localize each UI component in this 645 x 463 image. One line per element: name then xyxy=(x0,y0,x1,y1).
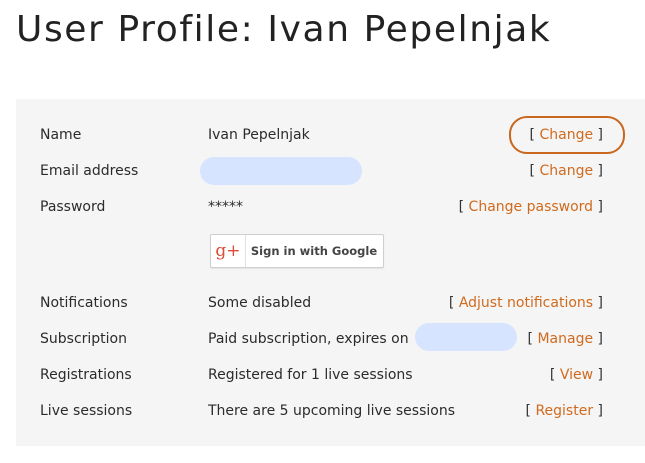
highlight-ring xyxy=(509,116,625,154)
google-signin-label: Sign in with Google xyxy=(250,244,378,258)
registrations-value: Registered for 1 live sessions xyxy=(208,367,413,383)
registrations-action: [ View ] xyxy=(549,367,603,383)
profile-row-live-sessions: Live sessions There are 5 upcoming live … xyxy=(16,399,645,423)
manage-subscription-link[interactable]: Manage xyxy=(537,331,593,347)
email-action: [ Change ] xyxy=(529,163,603,179)
expiry-date-redacted xyxy=(415,323,518,351)
google-signin-button[interactable]: g+ Sign in with Google xyxy=(210,234,384,268)
notifications-label: Notifications xyxy=(40,295,128,311)
subscription-text: Paid subscription, expires on xyxy=(208,331,409,347)
subscription-label: Subscription xyxy=(40,331,127,347)
password-label: Password xyxy=(40,199,106,215)
notifications-value: Some disabled xyxy=(208,295,312,311)
subscription-value: Paid subscription, expires on xyxy=(208,323,518,351)
live-sessions-action: [ Register ] xyxy=(525,403,603,419)
profile-row-email: Email address [ Change ] xyxy=(16,157,645,185)
profile-row-subscription: Subscription Paid subscription, expires … xyxy=(16,323,645,351)
password-value: ***** xyxy=(208,199,243,215)
adjust-notifications-link[interactable]: Adjust notifications xyxy=(459,295,593,311)
password-action: [ Change password ] xyxy=(458,199,603,215)
profile-row-password: Password ***** [ Change password ] xyxy=(16,195,645,219)
page-title: User Profile: Ivan Pepelnjak xyxy=(16,9,552,50)
google-plus-icon: g+ xyxy=(211,235,246,267)
registrations-label: Registrations xyxy=(40,367,132,383)
view-registrations-link[interactable]: View xyxy=(560,367,593,383)
profile-row-notifications: Notifications Some disabled [ Adjust not… xyxy=(16,291,645,315)
name-label: Name xyxy=(40,127,82,143)
email-label: Email address xyxy=(40,163,139,179)
change-password-link[interactable]: Change password xyxy=(469,199,594,215)
register-link[interactable]: Register xyxy=(535,403,593,419)
profile-row-registrations: Registrations Registered for 1 live sess… xyxy=(16,363,645,387)
name-value: Ivan Pepelnjak xyxy=(208,127,310,143)
email-redacted xyxy=(200,157,362,185)
notifications-action: [ Adjust notifications ] xyxy=(448,295,603,311)
change-email-link[interactable]: Change xyxy=(539,163,593,179)
profile-panel: Name Ivan Pepelnjak [ Change ] Email add… xyxy=(16,99,645,446)
live-sessions-value: There are 5 upcoming live sessions xyxy=(208,403,456,419)
live-sessions-label: Live sessions xyxy=(40,403,133,419)
subscription-action: [ Manage ] xyxy=(527,331,603,347)
